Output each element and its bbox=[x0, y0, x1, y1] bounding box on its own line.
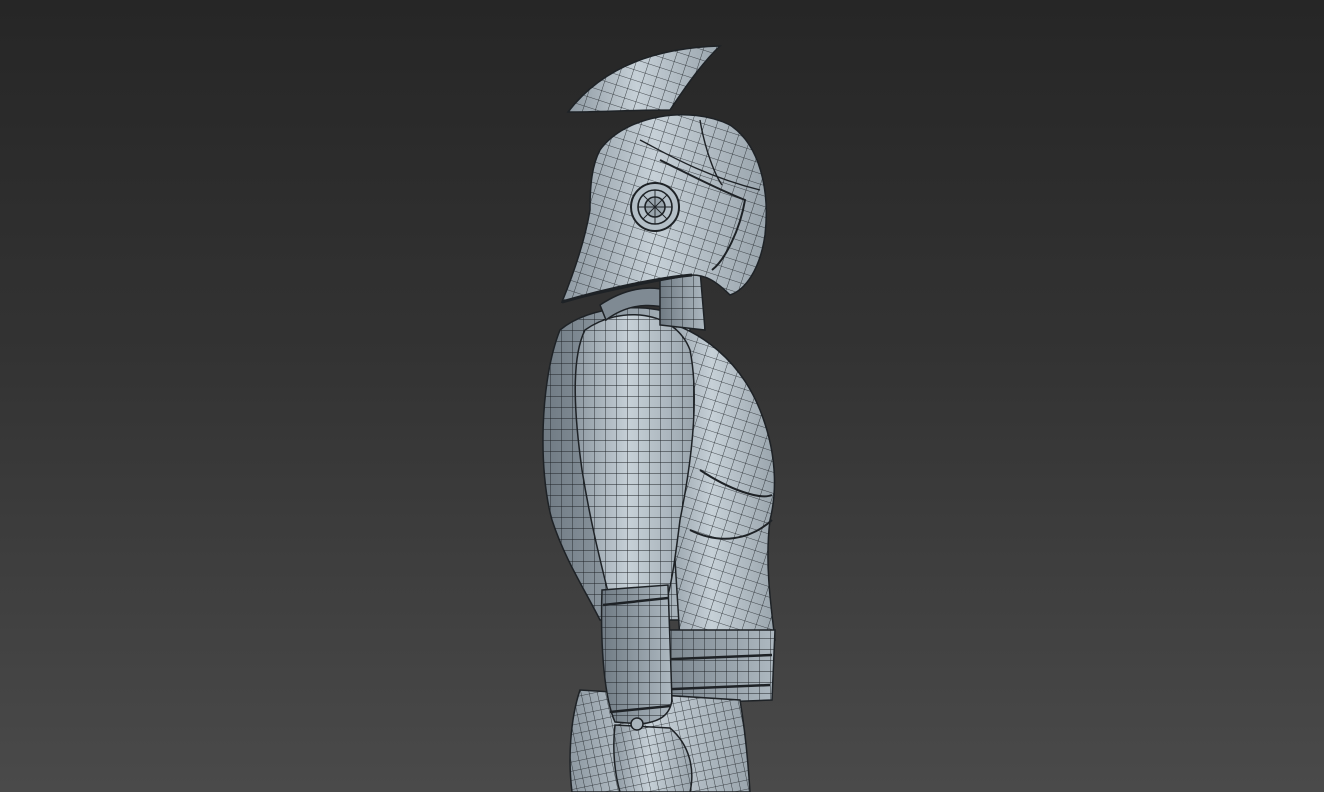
helmet-crest bbox=[566, 45, 722, 113]
helmet-boss bbox=[630, 182, 680, 232]
forearm-bracer bbox=[600, 584, 673, 725]
model-render bbox=[542, 45, 776, 792]
3d-viewport[interactable] bbox=[0, 0, 1324, 792]
